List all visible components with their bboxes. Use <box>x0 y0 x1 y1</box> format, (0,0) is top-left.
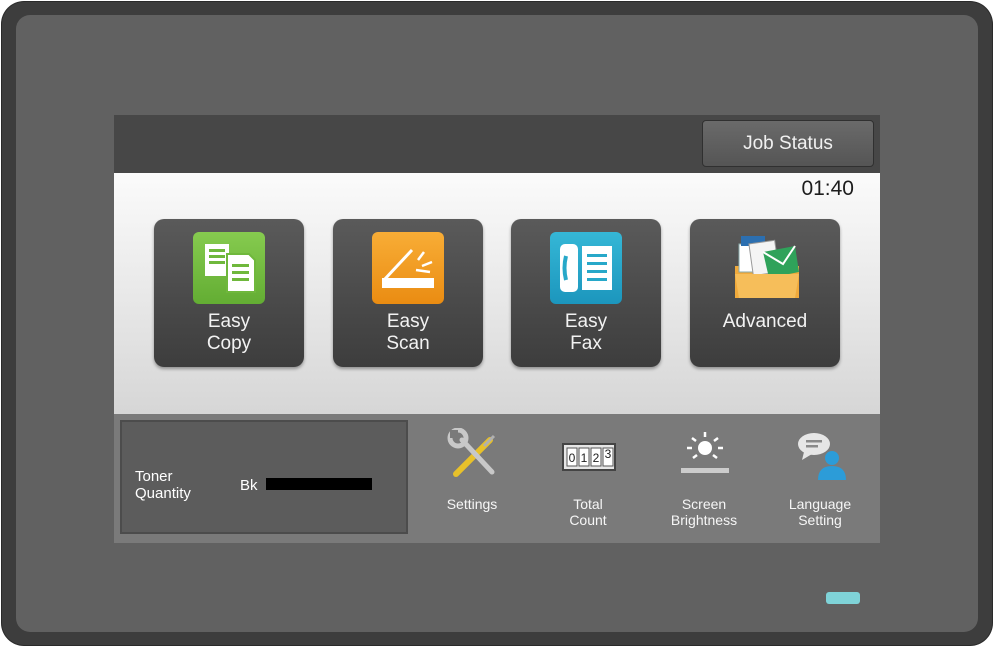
advanced-label: Advanced <box>722 311 808 332</box>
clock: 01:40 <box>801 177 854 200</box>
easy-fax-label-1: Easy <box>564 311 608 332</box>
top-bar: Job Status <box>114 115 880 173</box>
toner-quantity-panel: Toner Quantity Bk <box>120 420 408 534</box>
copy-icon <box>193 232 265 304</box>
screen-brightness-label-2: Brightness <box>670 512 738 528</box>
total-count-label-1: Total <box>573 496 603 512</box>
home-panel: 01:40 Easy Copy Easy Scan Easy Fax Advan… <box>114 173 880 414</box>
easy-scan-label-2: Scan <box>386 333 430 354</box>
status-led <box>826 592 860 604</box>
easy-fax-button[interactable]: Easy Fax <box>511 219 661 367</box>
easy-scan-label-1: Easy <box>386 311 430 332</box>
easy-scan-button[interactable]: Easy Scan <box>333 219 483 367</box>
easy-fax-label-2: Fax <box>570 333 602 354</box>
bottom-bar: Toner Quantity Bk Settings 0 1 2 3 Total… <box>114 414 880 543</box>
settings-button[interactable]: Settings <box>422 424 522 534</box>
toner-level-bar <box>266 478 372 490</box>
fax-icon <box>550 232 622 304</box>
easy-copy-label-1: Easy <box>207 311 251 332</box>
language-icon <box>794 428 846 482</box>
advanced-button[interactable]: Advanced <box>690 219 840 367</box>
counter-icon: 0 1 2 3 <box>562 428 616 482</box>
easy-copy-button[interactable]: Easy Copy <box>154 219 304 367</box>
folder-icon <box>729 232 801 304</box>
touch-screen: Job Status 01:40 Easy Copy Easy Scan Eas… <box>114 115 880 543</box>
toner-label-2: Quantity <box>135 485 191 502</box>
easy-copy-label-2: Copy <box>206 333 252 354</box>
language-setting-button[interactable]: Language Setting <box>770 424 870 534</box>
toner-color-label: Bk <box>240 477 258 494</box>
screen-brightness-label-1: Screen <box>681 496 727 512</box>
counter-digit-4: 3 <box>605 447 612 461</box>
brightness-icon <box>678 428 730 482</box>
settings-label: Settings <box>446 496 498 512</box>
language-setting-label-2: Setting <box>798 512 842 528</box>
toner-label-1: Toner <box>135 468 173 485</box>
counter-digit-1: 0 <box>569 451 576 465</box>
counter-digit-3: 2 <box>593 451 600 465</box>
total-count-button[interactable]: 0 1 2 3 Total Count <box>538 424 638 534</box>
language-setting-label-1: Language <box>788 496 852 512</box>
settings-tools-icon <box>446 427 498 482</box>
counter-digit-2: 1 <box>581 451 588 465</box>
scan-icon <box>372 232 444 304</box>
total-count-label-2: Count <box>569 512 607 528</box>
screen-brightness-button[interactable]: Screen Brightness <box>654 424 754 534</box>
job-status-button[interactable]: Job Status <box>702 120 874 167</box>
